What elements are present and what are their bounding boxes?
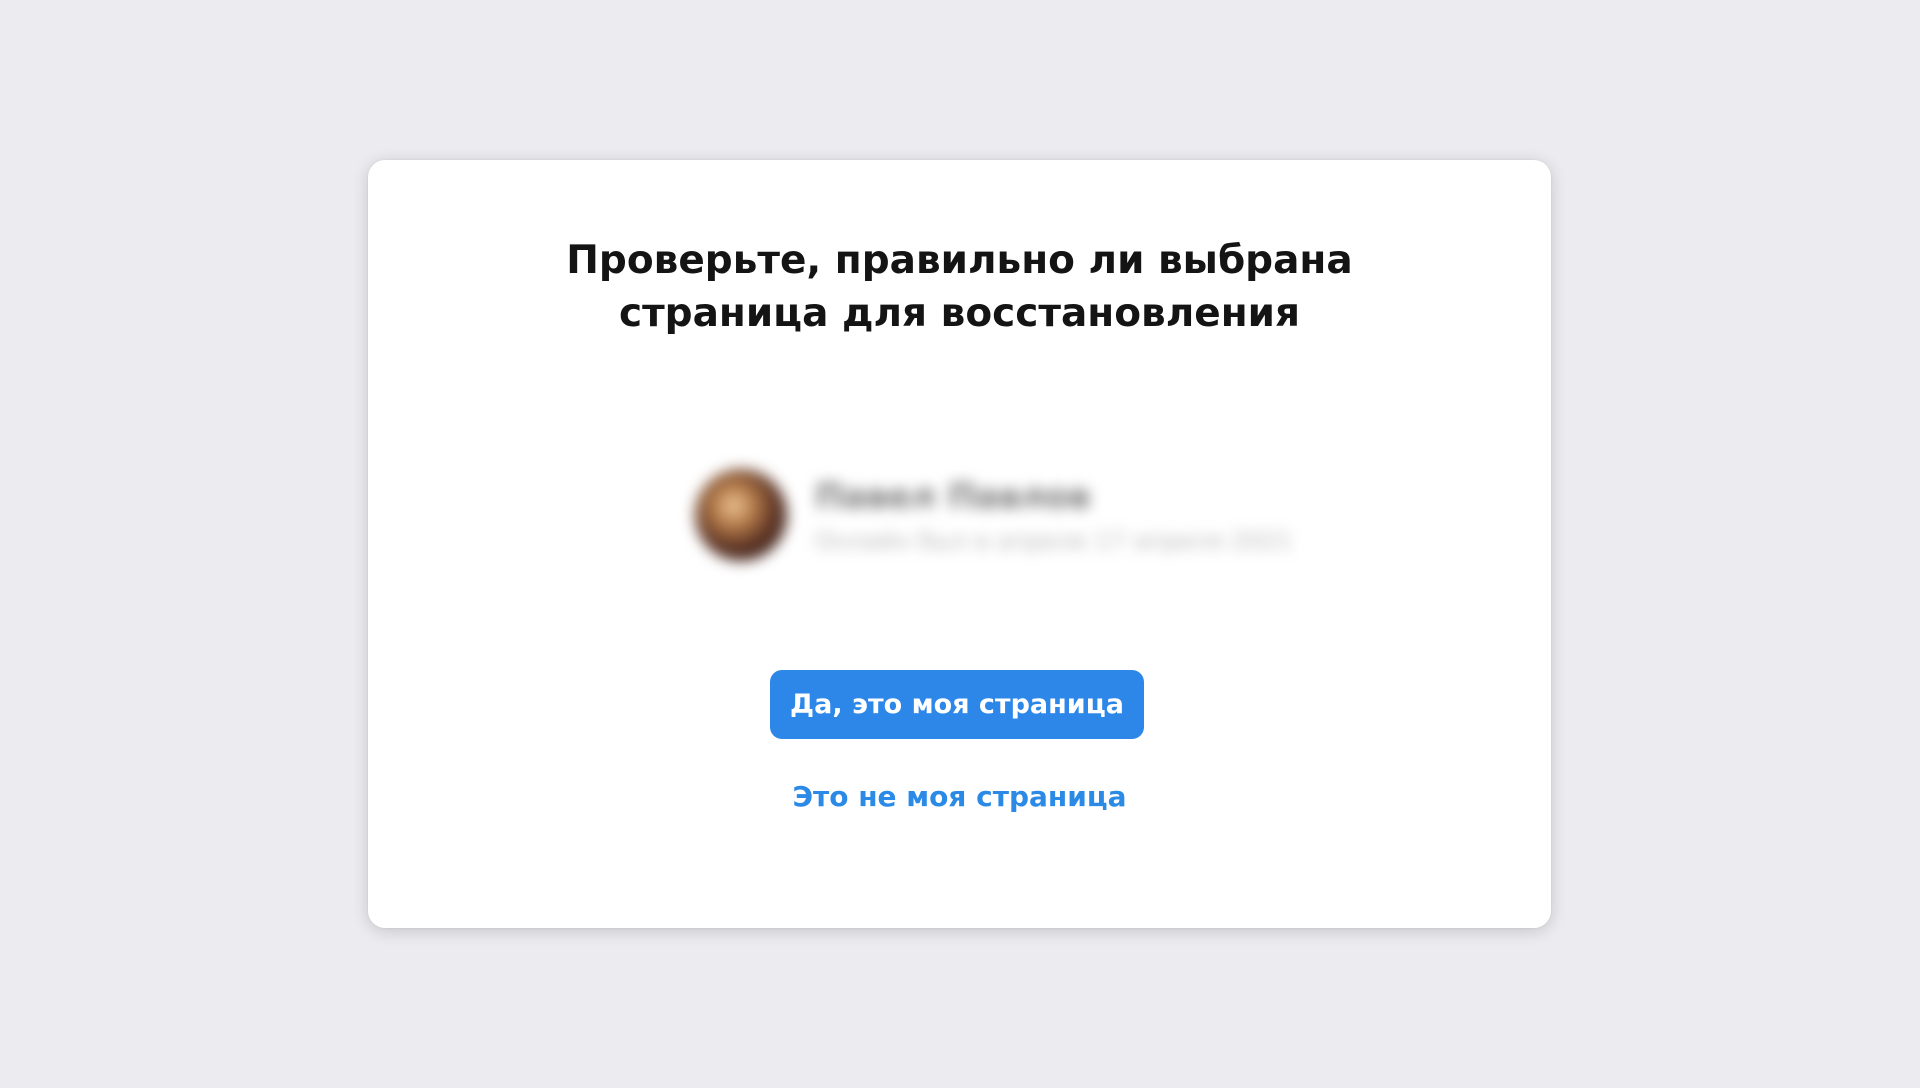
confirm-page-button[interactable]: Да, это моя страница [770, 670, 1144, 739]
profile-card: Павел Павлов Онлайн был в апреле 17 апре… [695, 457, 1292, 567]
avatar [695, 469, 787, 561]
not-my-page-link[interactable]: Это не моя страница [368, 780, 1551, 813]
profile-meta: Онлайн был в апреле 17 апреля 2021 [815, 527, 1293, 555]
recovery-confirm-dialog: Проверьте, правильно ли выбрана страница… [368, 160, 1551, 928]
dialog-title-line-1: Проверьте, правильно ли выбрана [566, 238, 1353, 283]
page: Проверьте, правильно ли выбрана страница… [0, 0, 1920, 1088]
dialog-title-line-2: страница для восстановления [618, 291, 1301, 336]
dialog-title: Проверьте, правильно ли выбрана страница… [368, 234, 1551, 340]
profile-name: Павел Павлов [815, 477, 1091, 517]
